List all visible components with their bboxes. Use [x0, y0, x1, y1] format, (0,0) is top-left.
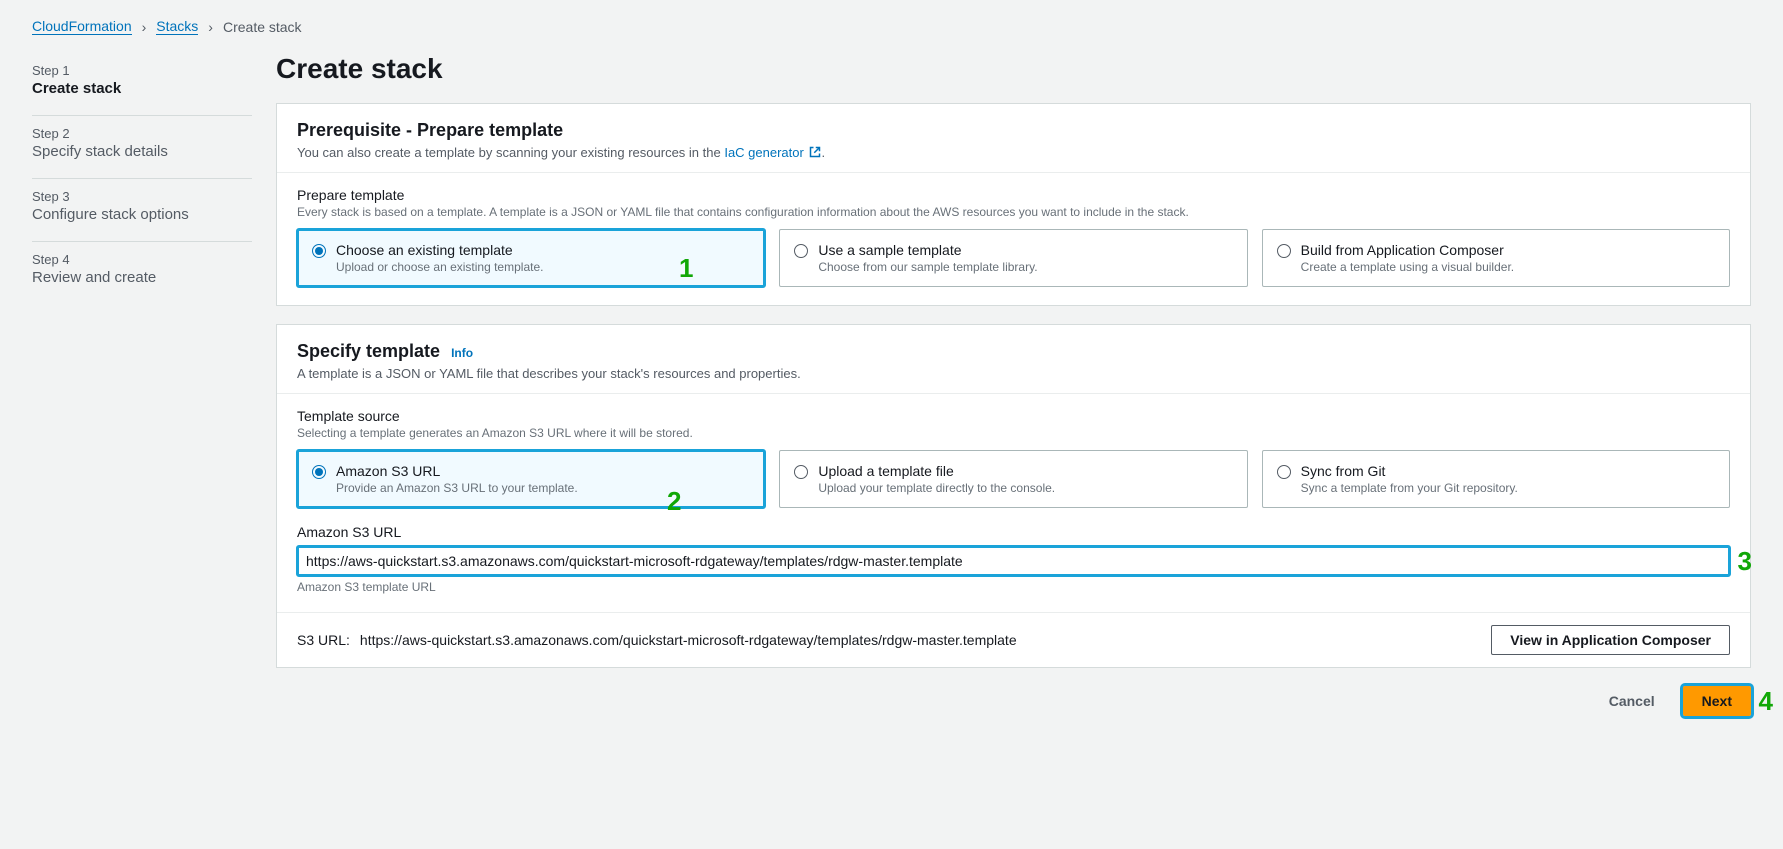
- option-title: Build from Application Composer: [1301, 242, 1715, 258]
- annotation-4: 4: [1759, 686, 1773, 717]
- option-s3-url[interactable]: Amazon S3 URL Provide an Amazon S3 URL t…: [297, 450, 765, 508]
- chevron-right-icon: ›: [208, 19, 213, 35]
- iac-generator-link[interactable]: IaC generator: [724, 145, 821, 160]
- next-button[interactable]: Next: [1683, 686, 1751, 716]
- step-number: Step 3: [32, 189, 252, 204]
- chevron-right-icon: ›: [142, 19, 147, 35]
- step-create-stack[interactable]: Step 1 Create stack: [32, 53, 252, 116]
- annotation-3: 3: [1738, 546, 1752, 577]
- option-use-sample[interactable]: Use a sample template Choose from our sa…: [779, 229, 1247, 287]
- step-number: Step 1: [32, 63, 252, 78]
- s3-url-input[interactable]: [297, 546, 1730, 576]
- s3-url-summary: S3 URL: https://aws-quickstart.s3.amazon…: [277, 612, 1750, 667]
- breadcrumb: CloudFormation › Stacks › Create stack: [32, 18, 1751, 35]
- option-desc: Create a template using a visual builder…: [1301, 260, 1715, 274]
- radio-icon: [312, 465, 326, 479]
- annotation-1: 1: [679, 253, 693, 284]
- radio-icon: [1277, 465, 1291, 479]
- wizard-actions: Cancel Next 4: [276, 686, 1751, 716]
- step-name: Review and create: [32, 269, 252, 286]
- option-build-composer[interactable]: Build from Application Composer Create a…: [1262, 229, 1730, 287]
- step-configure-options[interactable]: Step 3 Configure stack options: [32, 179, 252, 242]
- option-sync-git[interactable]: Sync from Git Sync a template from your …: [1262, 450, 1730, 508]
- radio-icon: [312, 244, 326, 258]
- option-desc: Upload your template directly to the con…: [818, 481, 1232, 495]
- specify-template-sub: A template is a JSON or YAML file that d…: [297, 366, 1730, 381]
- option-title: Amazon S3 URL: [336, 463, 750, 479]
- step-name: Configure stack options: [32, 206, 252, 223]
- option-desc: Sync a template from your Git repository…: [1301, 481, 1715, 495]
- step-specify-details[interactable]: Step 2 Specify stack details: [32, 116, 252, 179]
- step-name: Create stack: [32, 80, 252, 97]
- template-source-label: Template source: [297, 408, 1730, 424]
- view-in-composer-button[interactable]: View in Application Composer: [1491, 625, 1730, 655]
- step-number: Step 4: [32, 252, 252, 267]
- s3-url-summary-value: https://aws-quickstart.s3.amazonaws.com/…: [360, 632, 1017, 648]
- specify-template-panel: Specify template Info A template is a JS…: [276, 324, 1751, 668]
- option-desc: Choose from our sample template library.: [818, 260, 1232, 274]
- s3-url-helper: Amazon S3 template URL: [297, 580, 1730, 594]
- option-title: Sync from Git: [1301, 463, 1715, 479]
- breadcrumb-current: Create stack: [223, 19, 302, 35]
- template-source-help: Selecting a template generates an Amazon…: [297, 426, 1730, 440]
- radio-icon: [794, 465, 808, 479]
- breadcrumb-parent[interactable]: Stacks: [156, 18, 198, 35]
- page-title: Create stack: [276, 53, 1751, 85]
- breadcrumb-root[interactable]: CloudFormation: [32, 18, 132, 35]
- s3-url-summary-label: S3 URL:: [297, 632, 350, 648]
- main-content: Create stack Prerequisite - Prepare temp…: [276, 53, 1751, 716]
- annotation-2: 2: [667, 486, 681, 517]
- prepare-template-label: Prepare template: [297, 187, 1730, 203]
- option-title: Upload a template file: [818, 463, 1232, 479]
- prerequisite-panel: Prerequisite - Prepare template You can …: [276, 103, 1751, 306]
- s3-url-label: Amazon S3 URL: [297, 524, 1730, 540]
- option-desc: Provide an Amazon S3 URL to your templat…: [336, 481, 750, 495]
- specify-template-heading: Specify template Info: [297, 341, 1730, 362]
- step-name: Specify stack details: [32, 143, 252, 160]
- radio-icon: [1277, 244, 1291, 258]
- radio-icon: [794, 244, 808, 258]
- step-review-create[interactable]: Step 4 Review and create: [32, 242, 252, 304]
- prepare-template-help: Every stack is based on a template. A te…: [297, 205, 1730, 219]
- wizard-steps: Step 1 Create stack Step 2 Specify stack…: [32, 53, 252, 716]
- cancel-button[interactable]: Cancel: [1591, 687, 1673, 715]
- option-title: Use a sample template: [818, 242, 1232, 258]
- step-number: Step 2: [32, 126, 252, 141]
- option-choose-existing[interactable]: Choose an existing template Upload or ch…: [297, 229, 765, 287]
- prerequisite-heading: Prerequisite - Prepare template: [297, 120, 1730, 141]
- prerequisite-subtext: You can also create a template by scanni…: [297, 145, 1730, 160]
- option-upload-file[interactable]: Upload a template file Upload your templ…: [779, 450, 1247, 508]
- external-link-icon: [809, 146, 821, 158]
- info-link[interactable]: Info: [451, 346, 473, 360]
